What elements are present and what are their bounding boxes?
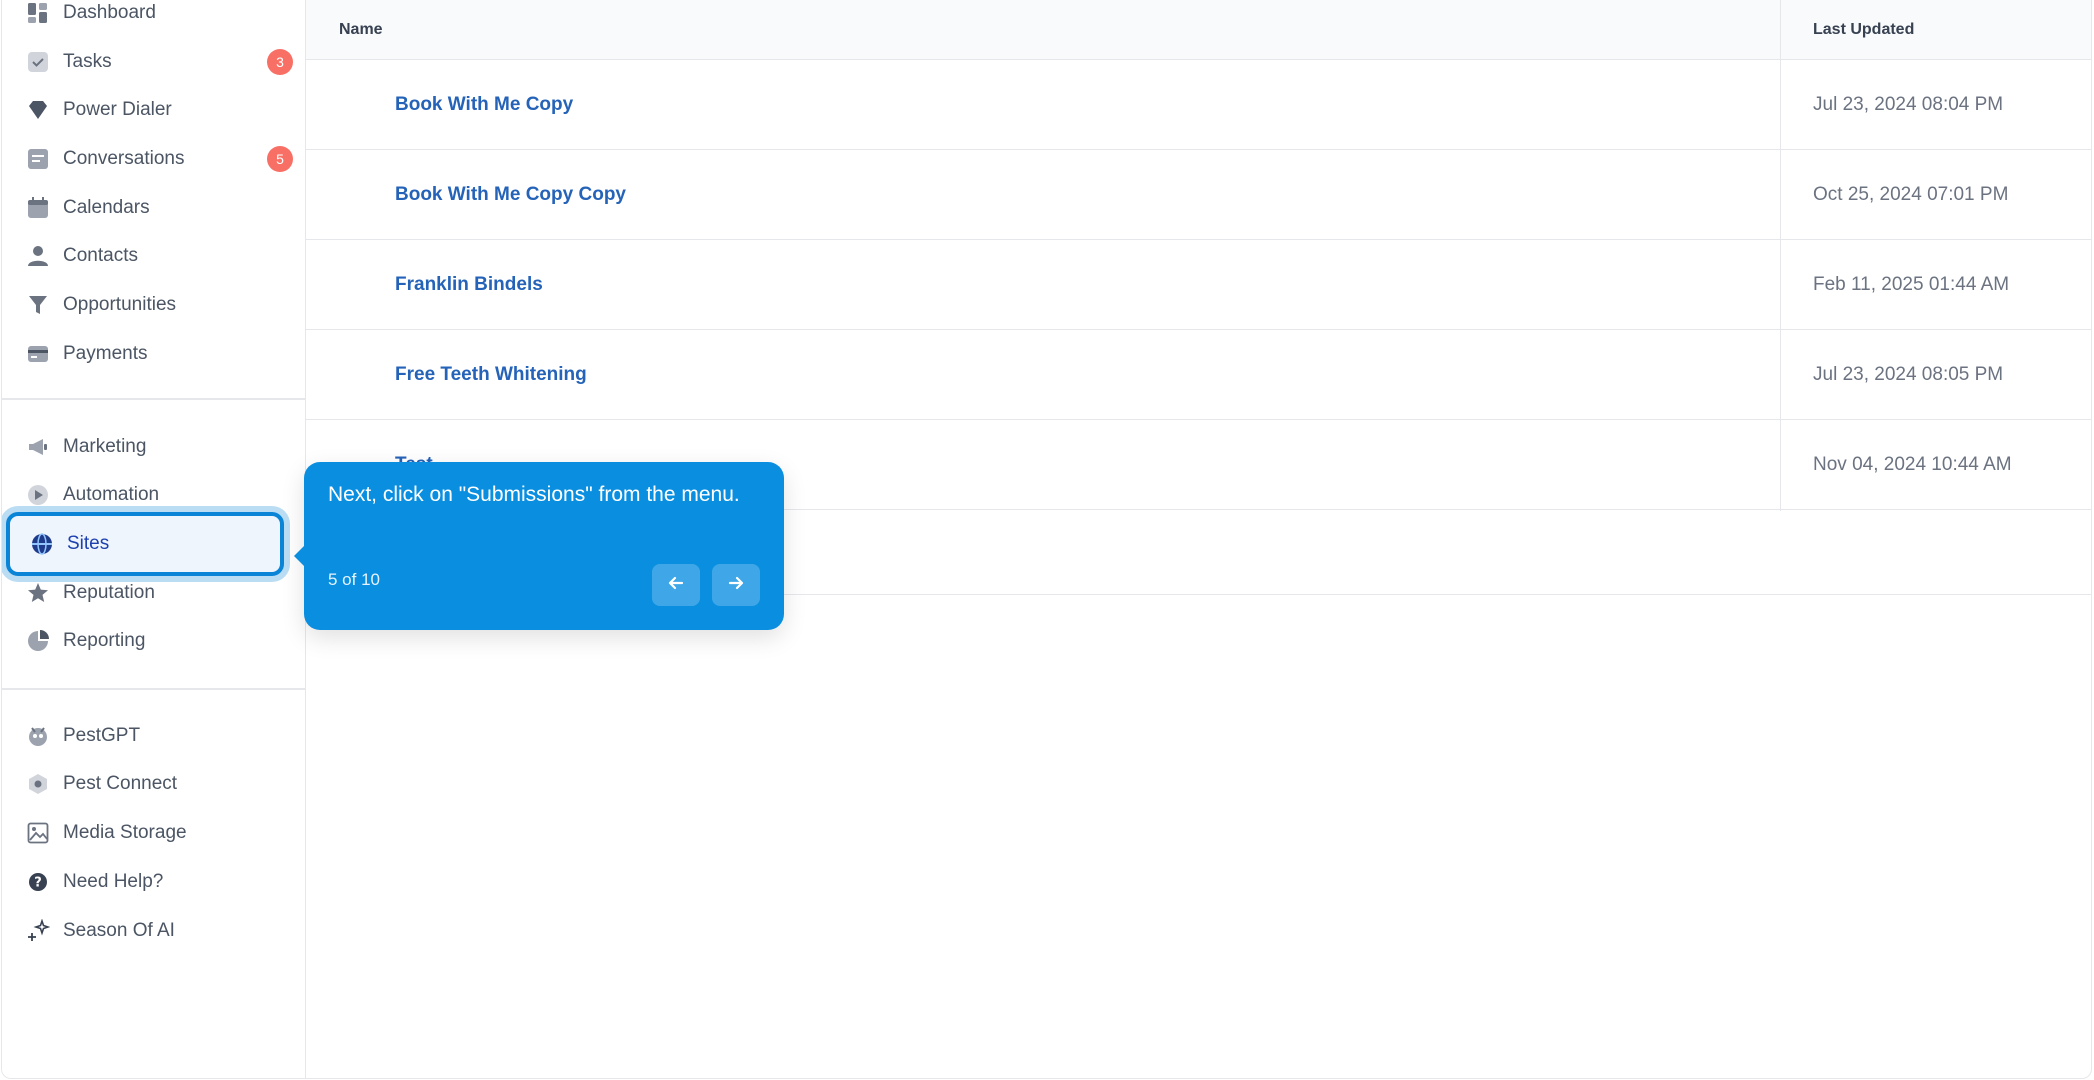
sidebar-item-pest-connect[interactable]: Pest Connect <box>2 762 292 806</box>
site-name-link[interactable]: Book With Me Copy <box>395 94 573 116</box>
sidebar-divider <box>2 398 306 400</box>
sidebar-item-conversations[interactable]: Conversations 5 <box>2 137 293 181</box>
last-updated-cell: Feb 11, 2025 01:44 AM <box>1813 273 2010 295</box>
site-name-link[interactable]: Free Teeth Whitening <box>395 364 587 386</box>
sidebar-item-label: Pest Connect <box>63 773 178 794</box>
sidebar-item-label: Marketing <box>63 436 147 457</box>
sidebar-item-automation[interactable]: Automation <box>2 473 292 517</box>
media-storage-icon <box>26 821 50 845</box>
automation-icon <box>26 483 50 507</box>
table-row[interactable]: Franklin Bindels Feb 11, 2025 01:44 AM <box>306 240 2091 330</box>
sidebar-item-payments[interactable]: Payments <box>2 332 292 376</box>
notification-badge: 5 <box>267 146 293 172</box>
sidebar-item-dashboard[interactable]: Dashboard <box>2 0 292 35</box>
arrow-right-icon <box>726 573 746 598</box>
calendar-icon <box>26 196 50 220</box>
app-window: Dashboard Tasks 3 Power Dialer Conversat… <box>1 0 2092 1079</box>
sidebar-item-label: Opportunities <box>63 294 177 315</box>
last-updated-cell: Nov 04, 2024 10:44 AM <box>1813 453 2012 475</box>
help-icon: ? <box>26 870 50 894</box>
sidebar-divider <box>2 688 306 690</box>
sidebar-item-label: Reporting <box>63 630 146 651</box>
arrow-left-icon <box>666 573 686 598</box>
sidebar-item-contacts[interactable]: Contacts <box>2 234 292 278</box>
sidebar-item-label: Power Dialer <box>63 99 172 120</box>
sidebar-item-tasks[interactable]: Tasks 3 <box>2 40 293 84</box>
sidebar-item-pestgpt[interactable]: PestGPT <box>2 714 292 758</box>
table-row[interactable]: Book With Me Copy Copy Oct 25, 2024 07:0… <box>306 150 2091 240</box>
sidebar-item-label: Sites <box>67 533 110 554</box>
contacts-icon <box>26 244 50 268</box>
reputation-icon <box>26 581 50 605</box>
tooltip-step-counter: 5 of 10 <box>328 570 380 589</box>
sidebar-item-calendars[interactable]: Calendars <box>2 186 292 230</box>
sidebar-item-label: Payments <box>63 343 148 364</box>
conversations-icon <box>26 147 50 171</box>
table-header: Name Last Updated <box>306 0 2091 60</box>
power-dialer-icon <box>26 98 50 122</box>
sidebar-item-reputation[interactable]: Reputation <box>2 571 292 615</box>
opportunities-icon <box>26 293 50 317</box>
sidebar-item-media-storage[interactable]: Media Storage <box>2 811 292 855</box>
tooltip-message: Next, click on "Submissions" from the me… <box>328 483 740 506</box>
previous-step-button[interactable] <box>652 564 700 606</box>
guide-tooltip: Next, click on "Submissions" from the me… <box>294 462 784 630</box>
sidebar-item-label: Dashboard <box>63 2 156 23</box>
sidebar-item-power-dialer[interactable]: Power Dialer <box>2 88 292 132</box>
sidebar-item-label: Conversations <box>63 148 185 169</box>
sidebar-item-label: Season Of AI <box>63 920 175 941</box>
reporting-icon <box>26 629 50 653</box>
svg-text:?: ? <box>34 876 42 891</box>
site-name-link[interactable]: Book With Me Copy Copy <box>395 184 626 206</box>
sidebar-item-label: Reputation <box>63 582 155 603</box>
last-updated-cell: Oct 25, 2024 07:01 PM <box>1813 183 2009 205</box>
sidebar-item-label: Calendars <box>63 197 150 218</box>
notification-badge: 3 <box>267 49 293 75</box>
tooltip-arrow <box>294 546 304 566</box>
sidebar-item-marketing[interactable]: Marketing <box>2 425 292 469</box>
pestgpt-icon <box>26 724 50 748</box>
sidebar: Dashboard Tasks 3 Power Dialer Conversat… <box>2 0 306 1078</box>
sparkles-icon <box>26 919 50 943</box>
sidebar-item-label: PestGPT <box>63 725 141 746</box>
sidebar-item-reporting[interactable]: Reporting <box>2 619 292 663</box>
sidebar-item-label: Automation <box>63 484 160 505</box>
last-updated-cell: Jul 23, 2024 08:04 PM <box>1813 93 2004 115</box>
sites-icon <box>30 532 54 556</box>
marketing-icon <box>26 435 50 459</box>
sidebar-item-need-help[interactable]: ? Need Help? <box>2 860 292 904</box>
tasks-icon <box>26 50 50 74</box>
sidebar-item-label: Contacts <box>63 245 138 266</box>
sidebar-item-label: Media Storage <box>63 822 187 843</box>
sidebar-item-label: Need Help? <box>63 871 164 892</box>
pest-connect-icon <box>26 772 50 796</box>
site-name-link[interactable]: Franklin Bindels <box>395 274 543 296</box>
last-updated-cell: Jul 23, 2024 08:05 PM <box>1813 363 2004 385</box>
table-row[interactable]: Free Teeth Whitening Jul 23, 2024 08:05 … <box>306 330 2091 420</box>
column-separator <box>1780 0 1781 511</box>
sidebar-item-season-of-ai[interactable]: Season Of AI <box>2 909 292 953</box>
table-row[interactable]: Book With Me Copy Jul 23, 2024 08:04 PM <box>306 60 2091 150</box>
sidebar-item-label: Tasks <box>63 51 112 72</box>
sidebar-item-opportunities[interactable]: Opportunities <box>2 283 292 327</box>
next-step-button[interactable] <box>712 564 760 606</box>
payments-icon <box>26 342 50 366</box>
sidebar-item-sites[interactable]: Sites <box>6 512 284 576</box>
column-header-name[interactable]: Name <box>339 21 383 39</box>
column-header-last-updated[interactable]: Last Updated <box>1813 21 1914 39</box>
dashboard-icon <box>26 1 50 25</box>
